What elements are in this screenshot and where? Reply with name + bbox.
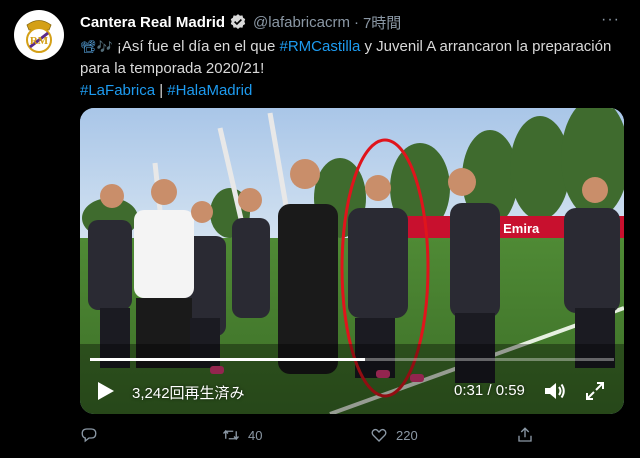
separator-dot: · (353, 13, 359, 31)
tweet-text: 📽🎶 ¡Así fue el día en el que #RMCastilla… (80, 36, 625, 102)
video-player[interactable]: Fly Emira 3,242回再生済み 0:31 / 0:59 (80, 108, 624, 414)
retweet-count: 40 (248, 427, 263, 443)
verified-badge-icon (230, 14, 246, 29)
reply-button[interactable] (80, 426, 106, 444)
volume-icon[interactable] (543, 380, 567, 402)
play-icon[interactable] (94, 380, 116, 402)
reply-icon (81, 428, 97, 443)
retweet-icon (222, 429, 240, 441)
retweet-button[interactable]: 40 (222, 426, 262, 444)
hashtag-halamadrid[interactable]: #HalaMadrid (167, 82, 252, 99)
tweet-timestamp[interactable]: 7時間 (363, 12, 401, 33)
video-timecode: 0:31 / 0:59 (454, 382, 525, 399)
like-count: 220 (396, 427, 418, 443)
controls-shade (80, 344, 624, 414)
video-progress-bar[interactable] (90, 358, 614, 361)
hashtag-rmcastilla[interactable]: #RMCastilla (279, 38, 360, 55)
more-options-icon[interactable]: ··· (601, 11, 620, 29)
hashtag-separator: | (155, 82, 168, 99)
video-frame: Fly Emira (80, 108, 624, 414)
video-progress-fill (90, 358, 366, 361)
svg-text:RM: RM (30, 35, 49, 47)
fullscreen-icon[interactable] (584, 380, 606, 402)
share-button[interactable] (516, 426, 534, 444)
hashtag-lafabrica[interactable]: #LaFabrica (80, 82, 155, 99)
share-icon (518, 427, 532, 442)
emoji: 📽🎶 (80, 39, 113, 54)
like-button[interactable]: 220 (370, 426, 418, 444)
tweet-actions: 40 220 (80, 426, 600, 450)
tweet-text-part-1: ¡Así fue el día en el que (112, 38, 280, 55)
tweet-header: Cantera Real Madrid @lafabricacrm · 7時間 … (80, 11, 620, 33)
avatar[interactable]: RM (14, 10, 64, 60)
real-madrid-crest-icon: RM (26, 20, 52, 53)
view-count: 3,242回再生済み (132, 385, 245, 402)
author-name[interactable]: Cantera Real Madrid (80, 14, 225, 31)
author-handle[interactable]: @lafabricacrm (253, 14, 350, 31)
like-icon (371, 428, 387, 442)
